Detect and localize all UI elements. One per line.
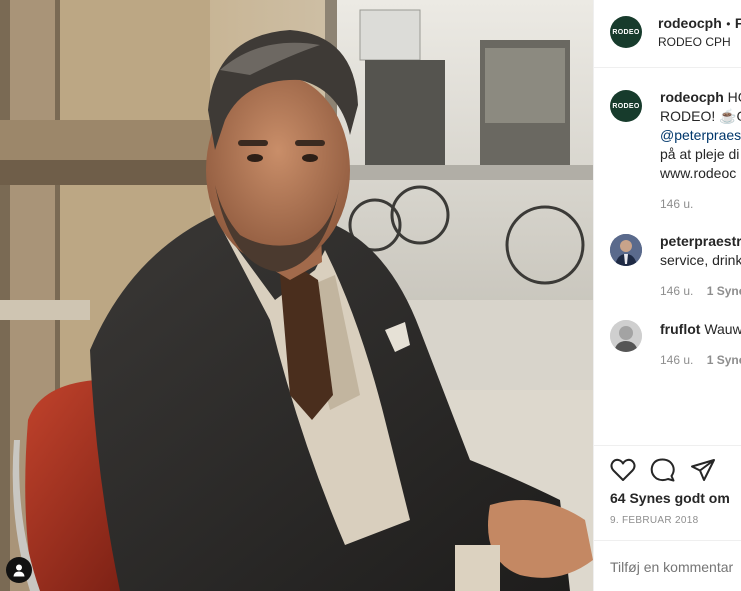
post-date: 9. FEBRUAR 2018	[610, 515, 699, 526]
comment-text: Wauw	[704, 321, 741, 337]
post-header: RODEO rodeocph • F RODEO CPH	[594, 0, 741, 67]
comment-username[interactable]: peterpraestr	[660, 233, 741, 249]
caption-line-1: HO	[727, 89, 741, 105]
header-divider	[594, 67, 741, 68]
action-bar	[594, 455, 741, 485]
comment-icon[interactable]	[650, 458, 676, 482]
header-subtitle[interactable]: RODEO CPH	[658, 33, 731, 52]
header-username[interactable]: rodeocph	[658, 15, 722, 31]
comment-item: peterpraestr service, drink 146 u. 1 Syn…	[594, 232, 741, 302]
post-side-panel: RODEO rodeocph • F RODEO CPH RODEO rodeo…	[593, 0, 741, 591]
caption-line-4: på at pleje di	[660, 146, 740, 162]
commenter-photo-icon	[610, 234, 642, 266]
comment-timestamp[interactable]: 146 u.	[660, 353, 693, 367]
comment-likes[interactable]: 1 Syne	[707, 284, 741, 298]
header-separator: •	[726, 17, 731, 31]
comment-timestamp[interactable]: 146 u.	[660, 284, 693, 298]
user-tag-icon	[13, 564, 25, 577]
comment-avatar[interactable]	[610, 234, 642, 266]
caption-line-2: RODEO! ☕G	[660, 108, 741, 124]
caption-block: RODEO rodeocph HO RODEO! ☕G @peterpraes …	[594, 88, 741, 218]
user-tag-button[interactable]	[6, 557, 32, 583]
comment-avatar[interactable]	[610, 320, 642, 352]
likes-count[interactable]: 64 Synes godt om	[610, 490, 730, 506]
commenter-photo-icon	[610, 320, 642, 352]
avatar-text: RODEO	[612, 28, 640, 36]
header-avatar[interactable]: RODEO	[610, 16, 642, 48]
share-icon[interactable]	[690, 458, 716, 482]
caption-avatar-text: RODEO	[612, 102, 640, 110]
heart-icon[interactable]	[610, 458, 636, 482]
post-photo[interactable]	[0, 0, 593, 591]
caption-username[interactable]: rodeocph	[660, 89, 724, 105]
photo-illustration	[0, 0, 593, 591]
comment-item: fruflot Wauw 146 u. 1 Syne	[594, 318, 741, 368]
comment-username[interactable]: fruflot	[660, 321, 700, 337]
comment-likes[interactable]: 1 Syne	[707, 353, 741, 367]
caption-avatar[interactable]: RODEO	[610, 90, 642, 122]
caption-timestamp[interactable]: 146 u.	[660, 197, 741, 211]
comment-text: service, drink	[660, 252, 741, 268]
comment-box-divider	[594, 540, 741, 541]
follow-button[interactable]: F	[735, 15, 741, 31]
actions-divider	[594, 445, 741, 446]
caption-mention-link[interactable]: @peterpraes	[660, 126, 741, 145]
caption-website-link[interactable]: www.rodeoc	[660, 164, 741, 183]
comment-input[interactable]	[610, 556, 741, 578]
